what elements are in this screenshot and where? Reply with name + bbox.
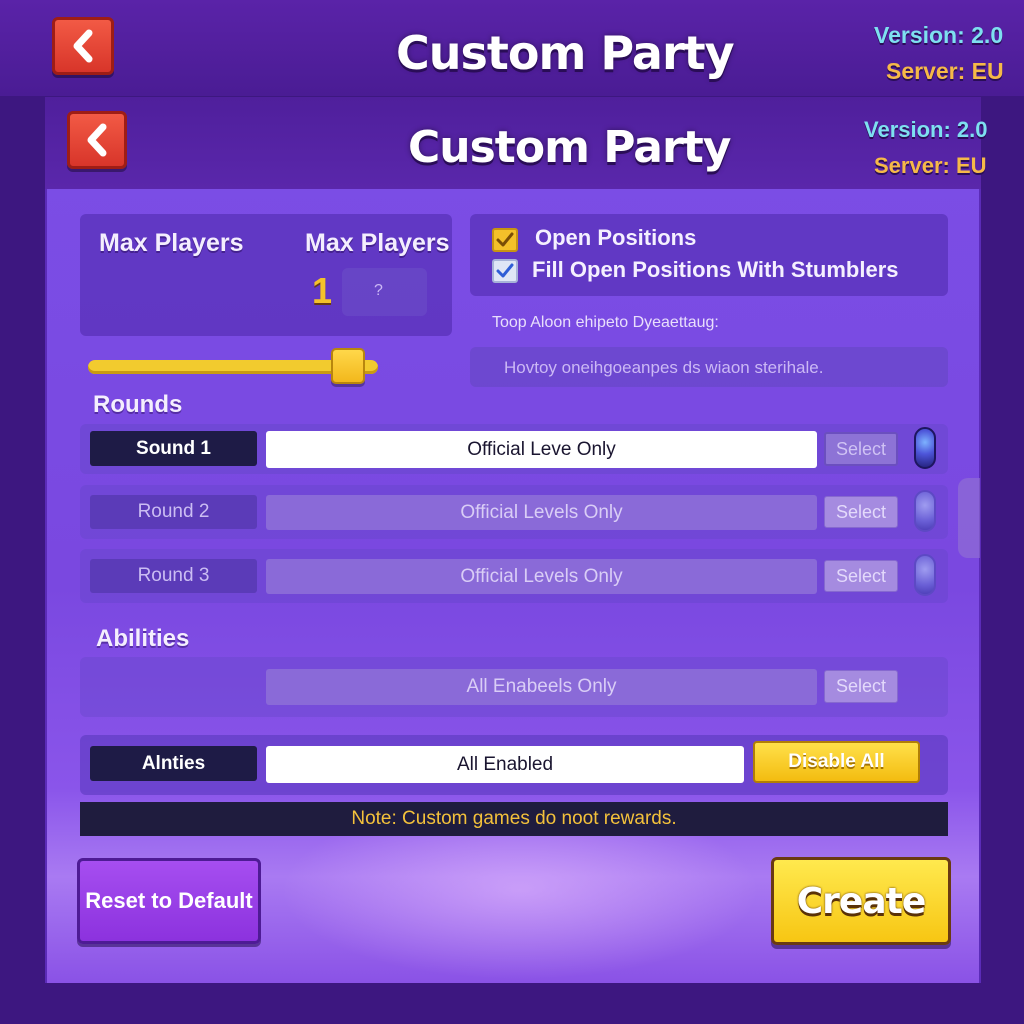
- open-positions-checkbox[interactable]: [492, 228, 518, 252]
- round-select-button[interactable]: Select: [824, 560, 898, 592]
- check-icon: [496, 263, 514, 278]
- max-players-label-secondary: Max Players: [305, 229, 450, 257]
- outer-page-title: Custom Party: [396, 26, 735, 80]
- options-description: Hovtoy oneihgoeanpes ds wiaon sterihale.: [504, 358, 824, 377]
- create-button[interactable]: Create: [771, 857, 951, 945]
- max-players-secondary-value: ?: [374, 282, 383, 299]
- round-label: Round 2: [90, 495, 257, 529]
- check-icon: [496, 232, 514, 247]
- fill-open-positions-label: Fill Open Positions With Stumblers: [532, 257, 899, 282]
- orb-icon: [914, 427, 936, 469]
- round-level-field[interactable]: Official Levels Only: [266, 559, 817, 594]
- round-select-button[interactable]: Select: [824, 496, 898, 528]
- open-positions-label: Open Positions: [535, 225, 697, 250]
- outer-back-button[interactable]: [52, 17, 114, 75]
- max-players-value-field[interactable]: [342, 268, 427, 316]
- max-players-slider-handle[interactable]: [331, 348, 366, 384]
- abilities-section-label: Abilities: [96, 625, 190, 652]
- version-label: Version: 2.0: [864, 117, 988, 142]
- disable-all-button[interactable]: Disable All: [753, 741, 920, 783]
- chevron-left-icon: [73, 29, 93, 63]
- round-select-button[interactable]: Select: [824, 432, 898, 466]
- orb-icon: [914, 490, 936, 532]
- chevron-left-icon: [87, 123, 107, 157]
- abilities-preset-field[interactable]: All Enabeels Only: [266, 669, 817, 705]
- abilities-label: Alnties: [90, 746, 257, 781]
- page-title: Custom Party: [408, 122, 731, 173]
- reset-to-default-button[interactable]: Reset to Default: [77, 858, 261, 944]
- rounds-section-label: Rounds: [93, 391, 183, 418]
- round-level-field[interactable]: Official Leve Only: [266, 431, 817, 468]
- fill-open-positions-checkbox[interactable]: [492, 259, 518, 283]
- abilities-value-field[interactable]: All Enabled: [266, 746, 744, 783]
- outer-server-label: Server: EU: [886, 58, 1004, 84]
- server-label: Server: EU: [874, 153, 987, 178]
- round-label: Sound 1: [90, 431, 257, 466]
- round-label: Round 3: [90, 559, 257, 593]
- max-players-value: 1: [312, 270, 333, 311]
- options-hint: Toop Aloon ehipeto Dyeaettaug:: [492, 314, 719, 331]
- round-level-field[interactable]: Official Levels Only: [266, 495, 817, 530]
- orb-icon: [914, 554, 936, 596]
- abilities-select-button[interactable]: Select: [824, 670, 898, 703]
- back-button[interactable]: [67, 111, 127, 169]
- scroll-tab[interactable]: [958, 478, 980, 558]
- outer-version-label: Version: 2.0: [874, 22, 1004, 48]
- rewards-note: Note: Custom games do noot rewards.: [80, 802, 948, 836]
- max-players-label: Max Players: [99, 229, 244, 257]
